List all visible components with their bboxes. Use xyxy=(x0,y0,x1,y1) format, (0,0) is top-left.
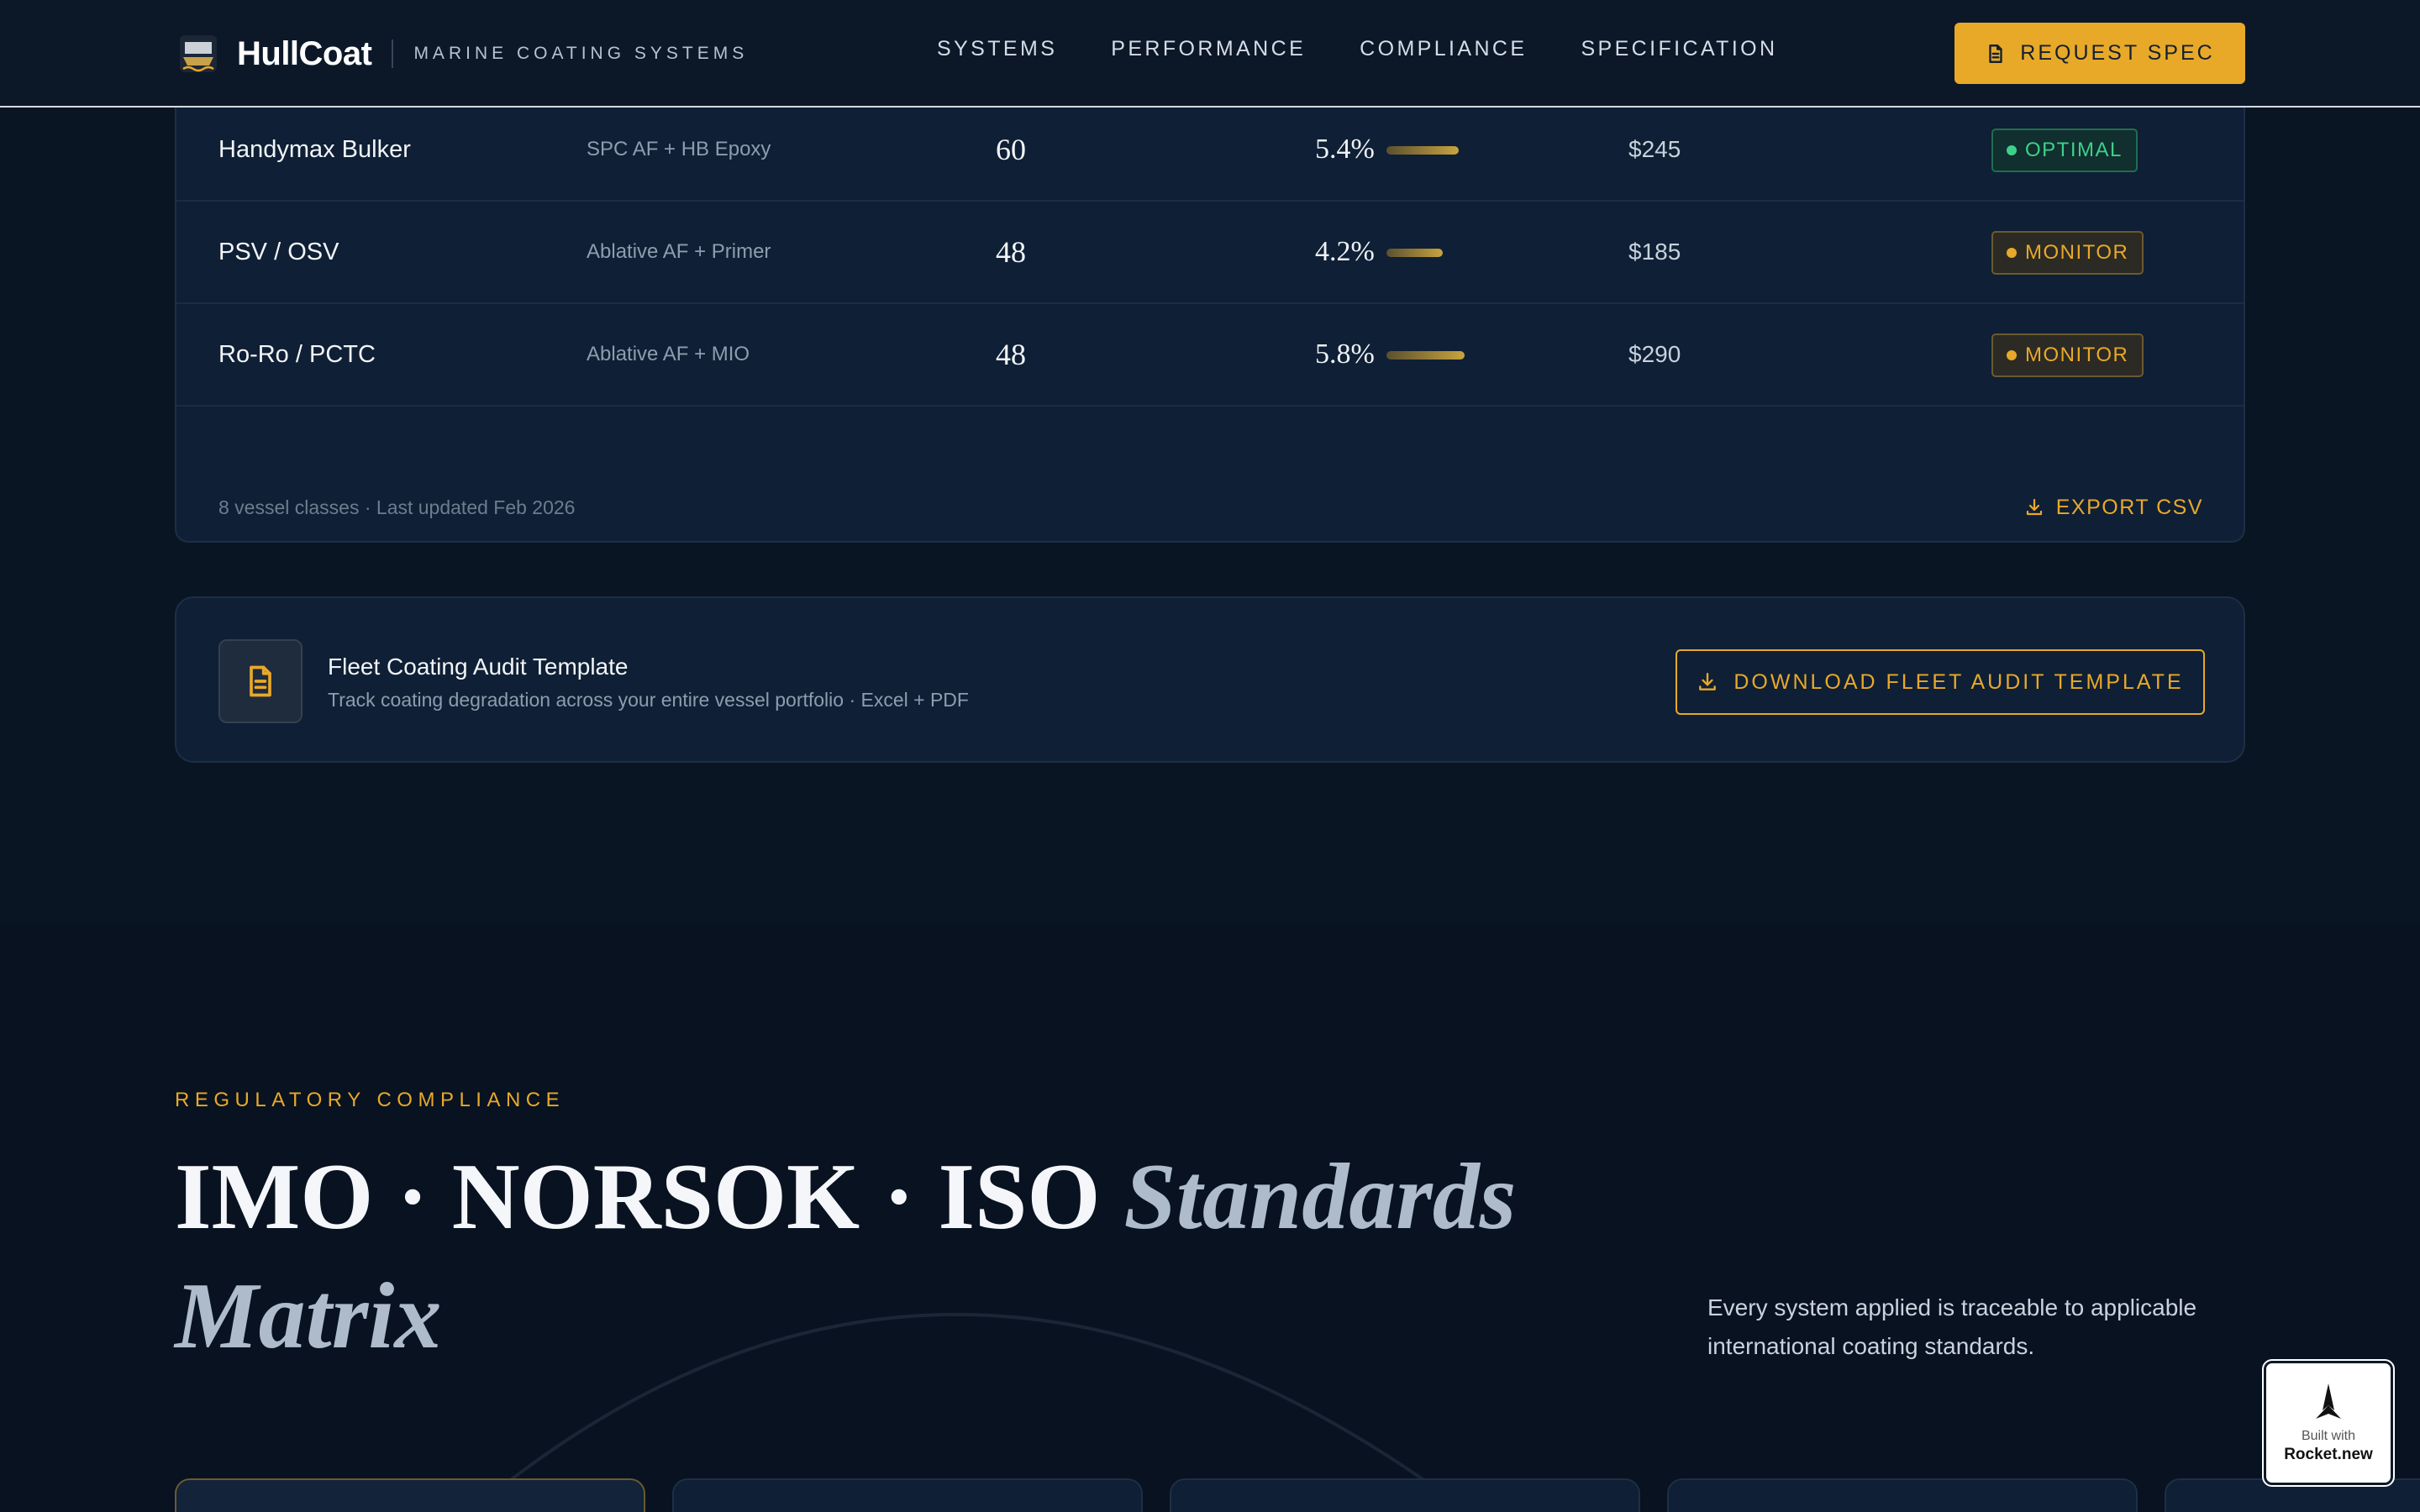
dry-dock-interval: 60 xyxy=(996,133,1026,166)
download-audit-template-button[interactable]: DOWNLOAD FLEET AUDIT TEMPLATE xyxy=(1676,649,2205,715)
audit-subtitle: Track coating degradation across your en… xyxy=(328,689,969,711)
brand-tagline: MARINE COATING SYSTEMS xyxy=(413,44,749,63)
export-csv-button[interactable]: EXPORT CSV xyxy=(2024,472,2203,541)
rocket-icon xyxy=(2316,1383,2341,1419)
standard-card[interactable] xyxy=(1170,1478,1640,1512)
dry-dock-interval: 48 xyxy=(996,235,1026,269)
compliance-eyebrow: REGULATORY COMPLIANCE xyxy=(175,1089,566,1111)
audit-title: Fleet Coating Audit Template xyxy=(328,654,629,680)
download-icon xyxy=(2026,498,2042,516)
vessel-name: Handymax Bulker xyxy=(218,135,411,163)
fuel-loss-bar-fill xyxy=(1386,249,1443,257)
compliance-headline: IMO · NORSOK · ISO Standards Matrix xyxy=(175,1137,1687,1376)
coating-system: SPC AF + HB Epoxy xyxy=(587,138,771,160)
fuel-loss-bar-fill xyxy=(1386,146,1459,155)
status-label: OPTIMAL xyxy=(2025,139,2123,161)
nav-performance[interactable]: PERFORMANCE xyxy=(1111,37,1306,61)
headline-plain: IMO · NORSOK · ISO xyxy=(175,1145,1124,1249)
coating-system: Ablative AF + MIO xyxy=(587,343,750,365)
cost-value: $245 xyxy=(1628,136,1681,162)
dry-dock-interval: 48 xyxy=(996,338,1026,371)
status-badge: MONITOR xyxy=(1991,231,2144,275)
brand-divider xyxy=(392,39,394,68)
rocket-name-label: Rocket.new xyxy=(2284,1446,2373,1463)
standard-card[interactable] xyxy=(175,1478,645,1512)
site-header: HullCoat MARINE COATING SYSTEMS SYSTEMS … xyxy=(0,0,2420,108)
rocket-built-label: Built with xyxy=(2301,1429,2356,1443)
cost-value: $290 xyxy=(1628,341,1681,367)
built-with-rocket-badge[interactable]: Built with Rocket.new xyxy=(2262,1359,2395,1487)
nav-compliance[interactable]: COMPLIANCE xyxy=(1360,37,1527,61)
table-row[interactable]: Handymax Bulker SPC AF + HB Epoxy 60 5.4% $2… xyxy=(176,99,2244,202)
audit-icon-tile xyxy=(218,639,302,723)
status-label: MONITOR xyxy=(2025,344,2129,366)
nav-specification[interactable]: SPECIFICATION xyxy=(1581,37,1777,61)
download-icon xyxy=(1699,673,1717,690)
request-spec-button[interactable]: REQUEST SPEC xyxy=(1954,23,2245,84)
status-dot-icon xyxy=(2007,350,2017,360)
cost-value: $185 xyxy=(1628,239,1681,265)
compliance-section: REGULATORY COMPLIANCE IMO · NORSOK · ISO… xyxy=(0,924,2420,1512)
brand[interactable]: HullCoat MARINE COATING SYSTEMS xyxy=(176,25,748,82)
status-badge: MONITOR xyxy=(1991,333,2144,377)
standard-card[interactable] xyxy=(672,1478,1143,1512)
table-footer: 8 vessel classes · Last updated Feb 2026… xyxy=(176,472,2244,541)
fuel-loss-bar-fill xyxy=(1386,351,1465,360)
vessel-name: Ro-Ro / PCTC xyxy=(218,340,376,368)
document-icon xyxy=(1989,44,2002,63)
standard-card[interactable] xyxy=(1667,1478,2138,1512)
table-row[interactable]: Ro-Ro / PCTC Ablative AF + MIO 48 5.8% $290 M… xyxy=(176,304,2244,407)
table-row[interactable]: PSV / OSV Ablative AF + Primer 48 4.2% $185 M… xyxy=(176,202,2244,304)
fuel-loss-value: 5.8% xyxy=(1315,339,1375,370)
fuel-loss-bar xyxy=(1386,351,1512,360)
fuel-loss-value: 4.2% xyxy=(1315,236,1375,267)
nav-systems[interactable]: SYSTEMS xyxy=(937,37,1057,61)
table-meta: 8 vessel classes · Last updated Feb 2026 xyxy=(218,496,576,518)
vessel-coating-table: Container (8k TEU)Hybrid AF + Epoxy607.1… xyxy=(175,34,2245,543)
export-csv-label: EXPORT CSV xyxy=(2055,495,2203,519)
coating-system: Ablative AF + Primer xyxy=(587,240,771,263)
brand-name: HullCoat xyxy=(237,34,372,72)
request-spec-label: REQUEST SPEC xyxy=(2020,41,2215,65)
status-badge: OPTIMAL xyxy=(1991,129,2138,172)
status-dot-icon xyxy=(2007,248,2017,258)
fuel-loss-bar xyxy=(1386,146,1512,155)
fleet-audit-card: Fleet Coating Audit Template Track coati… xyxy=(175,596,2245,763)
main-nav: SYSTEMS PERFORMANCE COMPLIANCE SPECIFICA… xyxy=(937,37,1778,61)
download-audit-label: DOWNLOAD FLEET AUDIT TEMPLATE xyxy=(1733,669,2184,694)
page: Container (8k TEU)Hybrid AF + Epoxy607.1… xyxy=(0,0,2420,1512)
compliance-description: Every system applied is traceable to app… xyxy=(1707,1294,2197,1359)
status-label: MONITOR xyxy=(2025,241,2129,264)
document-icon xyxy=(250,665,271,697)
fuel-loss-bar xyxy=(1386,249,1512,257)
status-dot-icon xyxy=(2007,145,2017,155)
ship-logo-icon xyxy=(180,35,217,72)
fuel-loss-value: 5.4% xyxy=(1315,134,1375,165)
vessel-name: PSV / OSV xyxy=(218,238,339,265)
